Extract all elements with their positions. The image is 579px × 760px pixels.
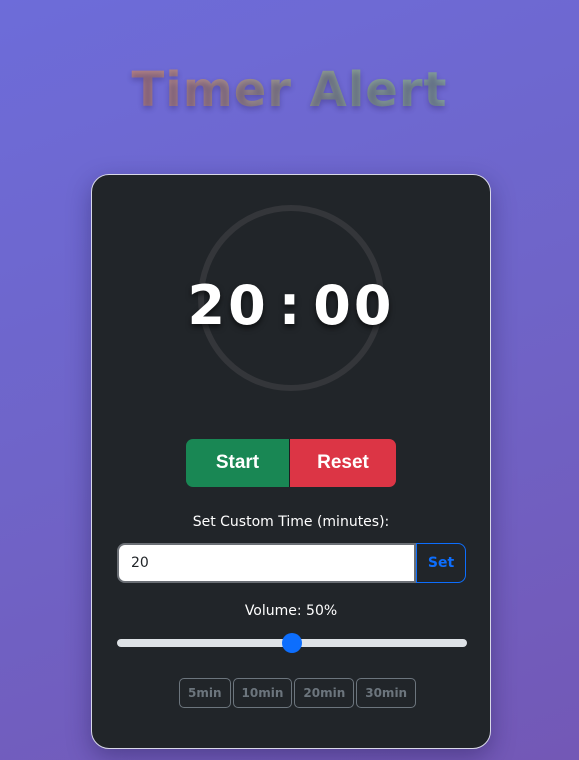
time-minutes: 20 [187,274,269,337]
custom-time-input[interactable] [117,543,416,583]
set-time-button[interactable]: Set [416,543,466,583]
preset-10min-button[interactable]: 10min [232,678,293,708]
time-separator: : [278,274,304,337]
custom-time-label: Set Custom Time (minutes): [192,514,390,530]
volume-slider-thumb[interactable] [282,633,302,653]
preset-20min-button[interactable]: 20min [294,678,355,708]
time-display: 20:00 [92,274,490,338]
timer-card: 20:00 Start Reset Set Custom Time (minut… [91,174,491,749]
custom-time-row: Set [117,543,467,583]
volume-slider[interactable] [117,633,467,653]
app-title: Timer Alert [0,62,579,118]
timer-controls: Start Reset [186,439,397,487]
volume-label: Volume: 50% [244,603,338,619]
time-seconds: 00 [313,274,395,337]
start-button[interactable]: Start [186,439,289,487]
preset-buttons: 5min 10min 20min 30min [179,678,417,708]
preset-30min-button[interactable]: 30min [356,678,417,708]
reset-button[interactable]: Reset [289,439,396,487]
preset-5min-button[interactable]: 5min [179,678,231,708]
